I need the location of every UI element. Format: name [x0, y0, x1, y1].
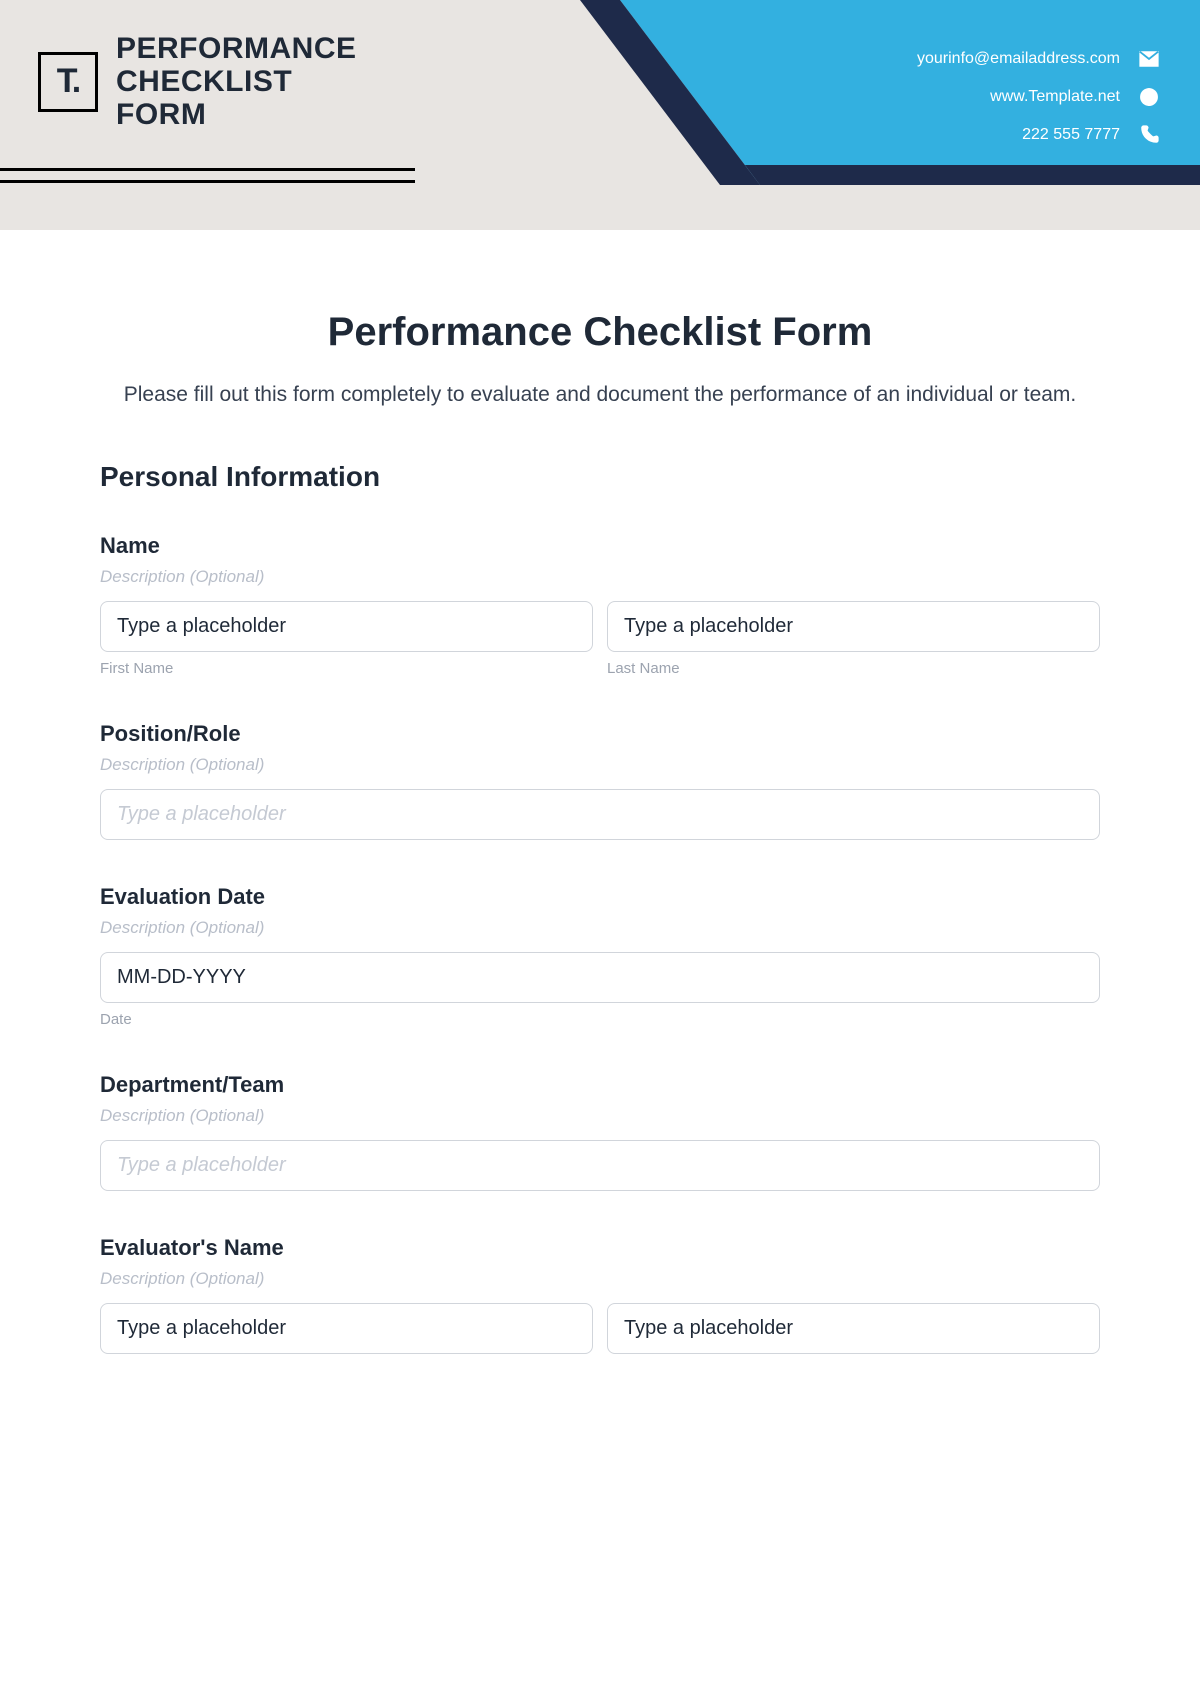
department-input[interactable] [100, 1140, 1100, 1191]
eval-date-input[interactable] [100, 952, 1100, 1003]
contact-email: yourinfo@emailaddress.com [917, 50, 1120, 68]
evaluator-label: Evaluator's Name [100, 1235, 1100, 1261]
evaluator-first-input[interactable] [100, 1303, 593, 1354]
first-name-sublabel: First Name [100, 660, 593, 677]
position-label: Position/Role [100, 721, 1100, 747]
position-input[interactable] [100, 789, 1100, 840]
last-name-sublabel: Last Name [607, 660, 1100, 677]
field-evaluator: Evaluator's Name Description (Optional) [100, 1235, 1100, 1354]
form-container: Performance Checklist Form Please fill o… [0, 230, 1200, 1438]
position-desc: Description (Optional) [100, 755, 1100, 775]
department-label: Department/Team [100, 1072, 1100, 1098]
eval-date-desc: Description (Optional) [100, 918, 1100, 938]
name-desc: Description (Optional) [100, 567, 1100, 587]
banner-title-line3: FORM [116, 98, 357, 131]
name-label: Name [100, 533, 1100, 559]
evaluator-last-input[interactable] [607, 1303, 1100, 1354]
banner-navy-bottom [480, 165, 1200, 185]
form-intro: Please fill out this form completely to … [100, 379, 1100, 411]
field-department: Department/Team Description (Optional) [100, 1072, 1100, 1191]
contact-email-row: yourinfo@emailaddress.com [917, 48, 1160, 70]
divider-line-2 [0, 180, 415, 183]
form-title: Performance Checklist Form [100, 310, 1100, 355]
logo-block: T. PERFORMANCE CHECKLIST FORM [38, 32, 357, 131]
section-personal-info: Personal Information [100, 461, 1100, 493]
contact-info: yourinfo@emailaddress.com www.Template.n… [917, 48, 1160, 162]
field-evaluation-date: Evaluation Date Description (Optional) D… [100, 884, 1100, 1028]
banner-header: T. PERFORMANCE CHECKLIST FORM yourinfo@e… [0, 0, 1200, 230]
mail-icon [1138, 48, 1160, 70]
department-desc: Description (Optional) [100, 1106, 1100, 1126]
contact-website: www.Template.net [990, 88, 1120, 106]
logo-icon: T. [38, 52, 98, 112]
first-name-input[interactable] [100, 601, 593, 652]
banner-title: PERFORMANCE CHECKLIST FORM [116, 32, 357, 131]
banner-title-line1: PERFORMANCE [116, 32, 357, 65]
eval-date-sublabel: Date [100, 1011, 1100, 1028]
field-name: Name Description (Optional) First Name L… [100, 533, 1100, 677]
banner-title-line2: CHECKLIST [116, 65, 357, 98]
divider-line-1 [0, 168, 415, 171]
evaluator-desc: Description (Optional) [100, 1269, 1100, 1289]
contact-phone-row: 222 555 7777 [917, 124, 1160, 146]
globe-icon [1138, 86, 1160, 108]
contact-phone: 222 555 7777 [1022, 126, 1120, 144]
eval-date-label: Evaluation Date [100, 884, 1100, 910]
last-name-input[interactable] [607, 601, 1100, 652]
contact-website-row: www.Template.net [917, 86, 1160, 108]
field-position: Position/Role Description (Optional) [100, 721, 1100, 840]
phone-icon [1138, 124, 1160, 146]
